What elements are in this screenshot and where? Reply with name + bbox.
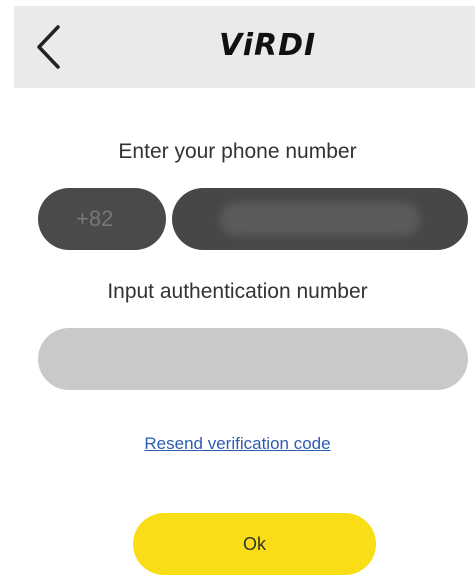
country-code-selector[interactable]: +82 <box>38 188 166 250</box>
resend-verification-link[interactable]: Resend verification code <box>0 434 475 454</box>
ok-button[interactable]: Ok <box>133 513 376 575</box>
country-code-value: +82 <box>76 206 114 231</box>
chevron-left-icon <box>37 25 60 69</box>
auth-label: Input authentication number <box>107 280 368 303</box>
phone-label: Enter your phone number <box>118 140 357 163</box>
redacted-phone-number <box>220 202 420 236</box>
app-logo: ViRDI <box>219 28 317 63</box>
ok-button-label: Ok <box>242 533 266 554</box>
app-header: ViRDI <box>14 6 475 88</box>
phone-number-input[interactable] <box>172 188 468 250</box>
auth-number-input[interactable] <box>38 328 468 390</box>
back-button[interactable] <box>30 20 66 74</box>
